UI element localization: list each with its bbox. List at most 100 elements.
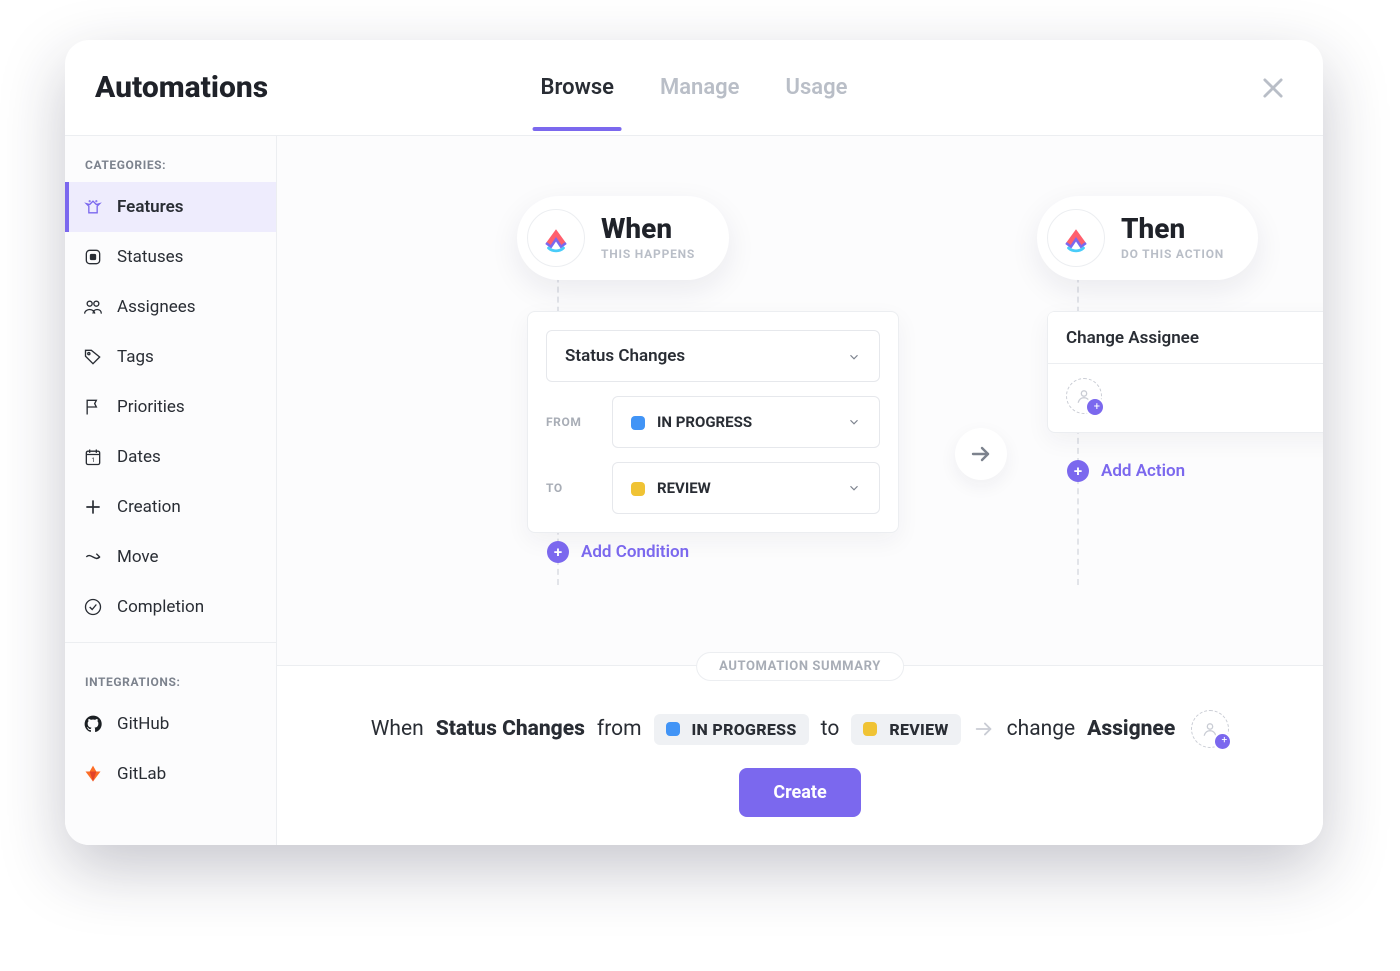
create-button[interactable]: Create bbox=[739, 768, 860, 817]
github-icon bbox=[83, 714, 103, 734]
then-pill: Then DO THIS ACTION bbox=[1037, 196, 1258, 280]
summary-change: change bbox=[1007, 717, 1076, 741]
tab-browse[interactable]: Browse bbox=[537, 45, 618, 130]
status-color-swatch bbox=[666, 722, 680, 736]
summary-when: When bbox=[371, 717, 424, 741]
sidebar-item-label: Features bbox=[117, 197, 184, 217]
tab-usage[interactable]: Usage bbox=[782, 45, 852, 130]
to-status-dropdown[interactable]: REVIEW bbox=[612, 462, 880, 514]
premium-icon bbox=[83, 197, 103, 217]
summary-to-value: REVIEW bbox=[889, 720, 948, 739]
summary-badge: AUTOMATION SUMMARY bbox=[696, 652, 904, 681]
sidebar-item-statuses[interactable]: Statuses bbox=[65, 232, 276, 282]
move-icon bbox=[83, 547, 103, 567]
add-condition-button[interactable]: + Add Condition bbox=[547, 541, 689, 563]
sidebar-item-completion[interactable]: Completion bbox=[65, 582, 276, 632]
summary-assignee: Assignee bbox=[1087, 717, 1175, 741]
plus-icon bbox=[83, 497, 103, 517]
status-icon bbox=[83, 247, 103, 267]
summary-to-chip: REVIEW bbox=[851, 714, 960, 745]
then-heading: Then bbox=[1121, 215, 1224, 243]
calendar-icon: 1 bbox=[83, 447, 103, 467]
sidebar-item-label: GitHub bbox=[117, 714, 169, 734]
sidebar-item-label: Priorities bbox=[117, 397, 185, 417]
flag-icon bbox=[83, 397, 103, 417]
sidebar-item-label: Tags bbox=[117, 347, 154, 367]
sidebar-item-label: Creation bbox=[117, 497, 181, 517]
plus-circle-icon: + bbox=[547, 541, 569, 563]
add-condition-label: Add Condition bbox=[581, 542, 689, 562]
automation-summary: AUTOMATION SUMMARY When Status Changes f… bbox=[277, 665, 1323, 845]
when-subheading: THIS HAPPENS bbox=[601, 247, 695, 261]
add-action-button[interactable]: + Add Action bbox=[1067, 460, 1185, 482]
plus-circle-icon: + bbox=[1067, 460, 1089, 482]
automations-modal: Automations Browse Manage Usage CATEGORI… bbox=[65, 40, 1323, 845]
tabs: Browse Manage Usage bbox=[537, 45, 852, 130]
sidebar-categories-heading: CATEGORIES: bbox=[65, 136, 276, 182]
action-dropdown[interactable]: Change Assignee bbox=[1048, 312, 1323, 364]
sidebar-item-gitlab[interactable]: GitLab bbox=[65, 749, 276, 799]
close-icon[interactable] bbox=[1259, 74, 1287, 102]
status-color-swatch bbox=[631, 482, 645, 496]
sidebar-item-label: Move bbox=[117, 547, 159, 567]
gitlab-icon bbox=[83, 764, 103, 784]
sidebar: CATEGORIES: Features Statuses Assignees … bbox=[65, 136, 277, 845]
people-icon bbox=[83, 297, 103, 317]
when-card: Status Changes FROM IN PROGRESS TO RE bbox=[527, 311, 899, 533]
sidebar-item-assignees[interactable]: Assignees bbox=[65, 282, 276, 332]
when-pill: When THIS HAPPENS bbox=[517, 196, 729, 280]
to-status-value: REVIEW bbox=[657, 479, 711, 497]
sidebar-integrations-heading: INTEGRATIONS: bbox=[65, 653, 276, 699]
action-value: Change Assignee bbox=[1066, 328, 1199, 348]
summary-from-value: IN PROGRESS bbox=[692, 720, 797, 739]
sidebar-item-label: Assignees bbox=[117, 297, 196, 317]
sidebar-item-label: Completion bbox=[117, 597, 204, 617]
arrow-right-icon bbox=[973, 718, 995, 740]
svg-text:1: 1 bbox=[91, 456, 95, 464]
trigger-dropdown[interactable]: Status Changes bbox=[546, 330, 880, 382]
summary-add-assignee-button[interactable]: + bbox=[1191, 710, 1229, 748]
sidebar-item-github[interactable]: GitHub bbox=[65, 699, 276, 749]
trigger-value: Status Changes bbox=[565, 346, 685, 366]
when-heading: When bbox=[601, 215, 695, 243]
summary-to: to bbox=[821, 717, 840, 741]
summary-trigger: Status Changes bbox=[436, 717, 585, 741]
sidebar-item-features[interactable]: Features bbox=[65, 182, 276, 232]
sidebar-item-move[interactable]: Move bbox=[65, 532, 276, 582]
check-circle-icon bbox=[83, 597, 103, 617]
page-title: Automations bbox=[95, 70, 268, 105]
to-label: TO bbox=[546, 481, 594, 495]
summary-from-chip: IN PROGRESS bbox=[654, 714, 809, 745]
sidebar-divider bbox=[65, 642, 276, 643]
status-color-swatch bbox=[863, 722, 877, 736]
add-assignee-button[interactable]: + bbox=[1066, 378, 1102, 414]
flow-arrow-icon bbox=[955, 428, 1007, 480]
chevron-down-icon bbox=[847, 349, 861, 363]
sidebar-item-label: Dates bbox=[117, 447, 161, 467]
sidebar-item-dates[interactable]: 1 Dates bbox=[65, 432, 276, 482]
summary-from: from bbox=[597, 717, 642, 741]
plus-badge-icon: + bbox=[1094, 401, 1100, 412]
clickup-logo-icon bbox=[527, 209, 585, 267]
sidebar-item-label: GitLab bbox=[117, 764, 166, 784]
tag-icon bbox=[83, 347, 103, 367]
sidebar-item-creation[interactable]: Creation bbox=[65, 482, 276, 532]
from-status-dropdown[interactable]: IN PROGRESS bbox=[612, 396, 880, 448]
then-card: Change Assignee + Advanced bbox=[1047, 311, 1323, 433]
then-subheading: DO THIS ACTION bbox=[1121, 247, 1224, 261]
tab-manage[interactable]: Manage bbox=[656, 45, 744, 130]
from-label: FROM bbox=[546, 415, 594, 429]
plus-badge-icon: + bbox=[1222, 735, 1228, 746]
chevron-down-icon bbox=[847, 481, 861, 495]
add-action-label: Add Action bbox=[1101, 461, 1185, 481]
status-color-swatch bbox=[631, 416, 645, 430]
automation-canvas: When THIS HAPPENS Then DO THIS ACTION bbox=[277, 136, 1323, 845]
sidebar-item-priorities[interactable]: Priorities bbox=[65, 382, 276, 432]
clickup-logo-icon bbox=[1047, 209, 1105, 267]
sidebar-item-tags[interactable]: Tags bbox=[65, 332, 276, 382]
modal-body: CATEGORIES: Features Statuses Assignees … bbox=[65, 136, 1323, 845]
chevron-down-icon bbox=[847, 415, 861, 429]
sidebar-item-label: Statuses bbox=[117, 247, 183, 267]
modal-header: Automations Browse Manage Usage bbox=[65, 40, 1323, 136]
from-status-value: IN PROGRESS bbox=[657, 413, 752, 431]
